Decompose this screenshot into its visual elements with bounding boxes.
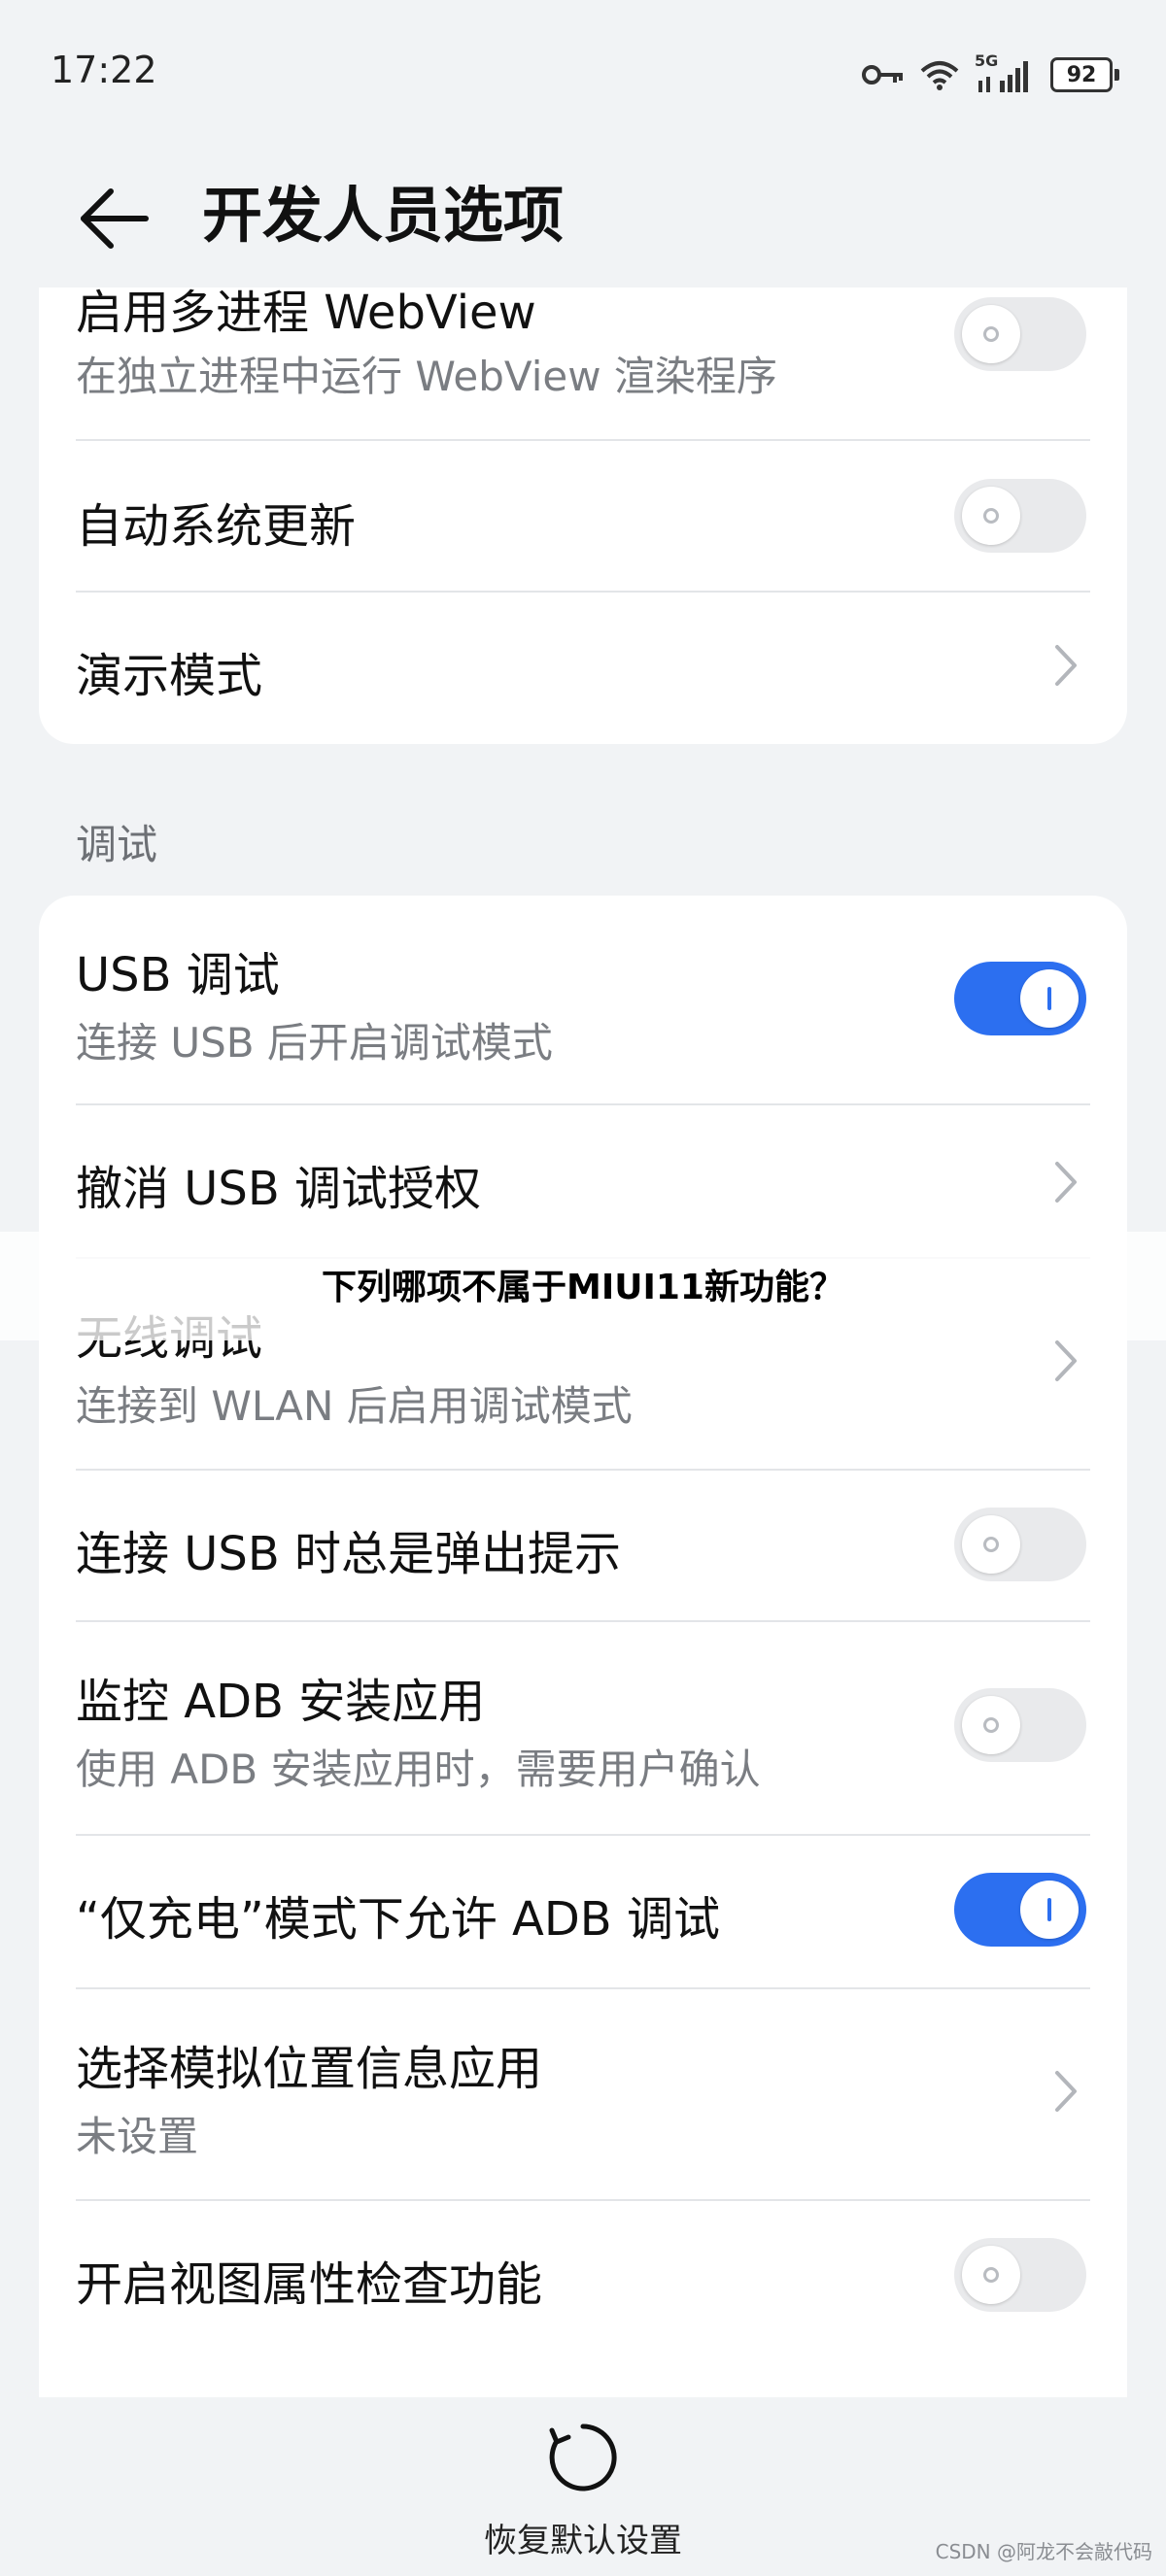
- wifi-icon: [920, 61, 959, 90]
- status-bar: 17:22 5G 92: [0, 0, 1166, 146]
- setting-title: 撤消 USB 调试授权: [76, 1162, 482, 1216]
- setting-subtitle: 连接到 WLAN 后启用调试模式: [76, 1382, 633, 1430]
- status-time: 17:22: [51, 49, 157, 91]
- setting-row-charge-only-adb[interactable]: “仅充电”模式下允许 ADB 调试: [76, 1836, 1090, 1989]
- setting-title: “仅充电”模式下允许 ADB 调试: [76, 1892, 720, 1947]
- back-arrow-icon: [81, 188, 149, 249]
- setting-title: 监控 ADB 安装应用: [76, 1675, 486, 1729]
- toggle-switch-on[interactable]: [954, 1873, 1086, 1947]
- reset-defaults-label: 恢复默认设置: [484, 2522, 682, 2560]
- setting-row-multiprocess-webview[interactable]: 启用多进程 WebView 在独立进程中运行 WebView 渲染程序: [76, 288, 1090, 441]
- setting-row-view-attribute-inspection[interactable]: 开启视图属性检查功能: [76, 2201, 1090, 2353]
- toggle-switch-off[interactable]: [954, 2238, 1086, 2312]
- toggle-knob: [962, 1696, 1020, 1754]
- setting-row-auto-system-update[interactable]: 自动系统更新: [76, 441, 1090, 593]
- reset-defaults-button[interactable]: 恢复默认设置: [476, 2419, 690, 2564]
- key-icon: [862, 65, 903, 85]
- chevron-right-icon: [1055, 2071, 1077, 2112]
- back-button[interactable]: [76, 175, 163, 262]
- setting-subtitle: 在独立进程中运行 WebView 渲染程序: [76, 353, 777, 400]
- card-debug: USB 调试 连接 USB 后开启调试模式 撤消 USB 调试授权 无线调试 连…: [39, 896, 1127, 2399]
- bottom-bar: 恢复默认设置 CSDN @阿龙不会敲代码: [0, 2397, 1166, 2576]
- setting-title: 选择模拟位置信息应用: [76, 2042, 543, 2096]
- toggle-switch-off[interactable]: [954, 1508, 1086, 1581]
- chevron-right-icon: [1055, 1340, 1077, 1381]
- setting-subtitle: 使用 ADB 安装应用时，需要用户确认: [76, 1746, 761, 1793]
- toggle-switch-off[interactable]: [954, 1688, 1086, 1762]
- setting-title: 开启视图属性检查功能: [76, 2257, 543, 2312]
- chevron-right-icon: [1055, 1162, 1077, 1203]
- toggle-knob: [962, 1515, 1020, 1574]
- toggle-switch-off[interactable]: [954, 297, 1086, 371]
- toggle-knob: [962, 305, 1020, 363]
- watermark: CSDN @阿龙不会敲代码: [935, 2540, 1152, 2563]
- section-label-debug: 调试: [76, 821, 158, 868]
- page-title: 开发人员选项: [202, 180, 565, 251]
- overlay-question-text: 下列哪项不属于MIUI11新功能？: [322, 1268, 844, 1307]
- toggle-knob: [1020, 1881, 1079, 1939]
- setting-subtitle: 未设置: [76, 2113, 199, 2160]
- status-icons: 5G 92: [860, 51, 1119, 99]
- toggle-switch-off[interactable]: [954, 479, 1086, 553]
- reset-icon: [549, 2423, 617, 2491]
- battery-indicator: 92: [1050, 57, 1119, 92]
- setting-subtitle: 连接 USB 后开启调试模式: [76, 1019, 553, 1067]
- card-general: 启用多进程 WebView 在独立进程中运行 WebView 渲染程序 自动系统…: [39, 288, 1127, 744]
- signal-icon: 5G: [975, 51, 1037, 94]
- setting-row-usb-debugging[interactable]: USB 调试 连接 USB 后开启调试模式: [76, 896, 1090, 1105]
- battery-tip: [1115, 69, 1119, 81]
- setting-row-mock-location-app[interactable]: 选择模拟位置信息应用 未设置: [76, 1989, 1090, 2201]
- toggle-knob: [1020, 969, 1079, 1028]
- chevron-right-icon: [1055, 645, 1077, 686]
- setting-title: 演示模式: [76, 649, 263, 703]
- setting-title: 启用多进程 WebView: [76, 288, 536, 340]
- battery-level: 92: [1050, 57, 1113, 92]
- setting-title: USB 调试: [76, 948, 280, 1002]
- toggle-knob: [962, 487, 1020, 545]
- setting-row-monitor-adb-install[interactable]: 监控 ADB 安装应用 使用 ADB 安装应用时，需要用户确认: [76, 1622, 1090, 1836]
- app-header: 开发人员选项: [0, 146, 1166, 291]
- setting-row-demo-mode[interactable]: 演示模式: [76, 593, 1090, 738]
- toggle-switch-on[interactable]: [954, 962, 1086, 1035]
- toggle-knob: [962, 2246, 1020, 2304]
- setting-row-usb-connect-prompt[interactable]: 连接 USB 时总是弹出提示: [76, 1471, 1090, 1622]
- setting-title: 自动系统更新: [76, 499, 357, 554]
- setting-title: 连接 USB 时总是弹出提示: [76, 1527, 622, 1581]
